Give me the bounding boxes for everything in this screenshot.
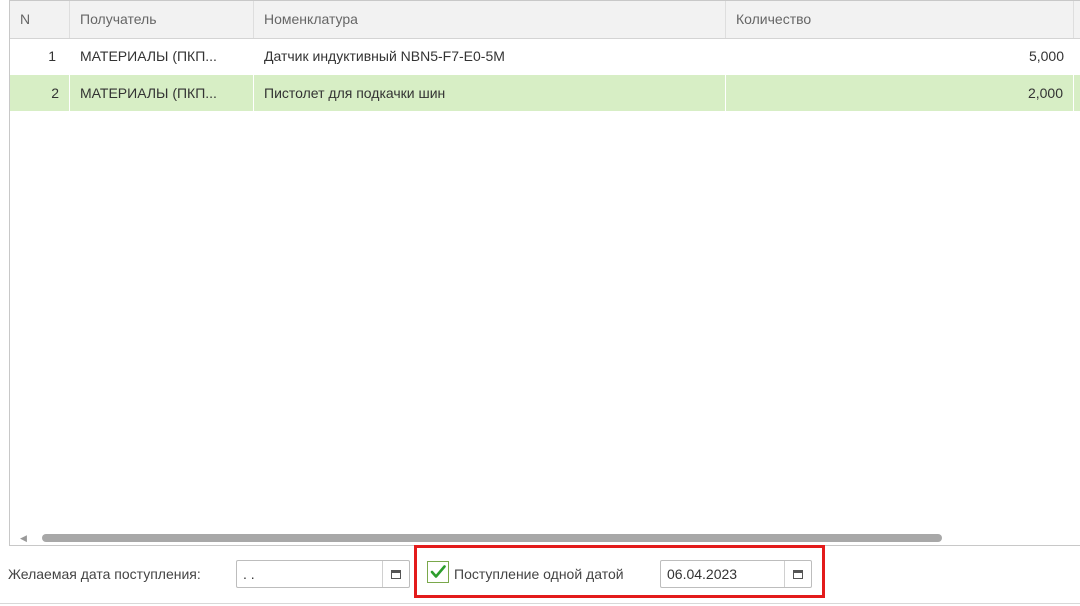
row-recipient: МАТЕРИАЛЫ (ПКП... — [70, 75, 254, 111]
table-row-selected[interactable]: 2 МАТЕРИАЛЫ (ПКП... Пистолет для подкачк… — [10, 75, 1080, 111]
desired-date-label: Желаемая дата поступления: — [8, 566, 201, 582]
row-recipient: МАТЕРИАЛЫ (ПКП... — [80, 48, 217, 64]
scroll-left-arrow-icon[interactable]: ◀ — [20, 533, 27, 544]
horizontal-scrollbar[interactable]: ◀ — [10, 531, 1080, 545]
row-nomenclature: Датчик индуктивный NBN5-F7-E0-5M — [264, 48, 505, 64]
column-header-n[interactable]: N — [10, 1, 70, 38]
desired-date-field[interactable]: . . — [236, 560, 410, 588]
column-header-nomenclature[interactable]: Номенклатура — [254, 1, 726, 38]
highlight-annotation — [414, 545, 825, 598]
scrollbar-thumb[interactable] — [42, 534, 942, 542]
column-header-recipient[interactable]: Получатель — [70, 1, 254, 38]
items-table: N Получатель Номенклатура Количество 1 М… — [9, 0, 1080, 546]
row-quantity: 5,000 — [1028, 48, 1064, 64]
table-header: N Получатель Номенклатура Количество — [10, 1, 1080, 39]
row-number: 2 — [10, 75, 70, 111]
divider — [0, 603, 1080, 604]
desired-date-calendar-button[interactable] — [382, 561, 409, 587]
column-header-quantity[interactable]: Количество — [726, 1, 1074, 38]
row-quantity: 2,000 — [726, 75, 1074, 111]
table-row[interactable]: 1 МАТЕРИАЛЫ (ПКП... Датчик индуктивный N… — [10, 38, 1080, 74]
row-nomenclature: Пистолет для подкачки шин — [254, 75, 726, 111]
calendar-icon — [391, 569, 401, 579]
desired-date-value: . . — [243, 566, 255, 582]
row-number: 1 — [48, 48, 56, 64]
